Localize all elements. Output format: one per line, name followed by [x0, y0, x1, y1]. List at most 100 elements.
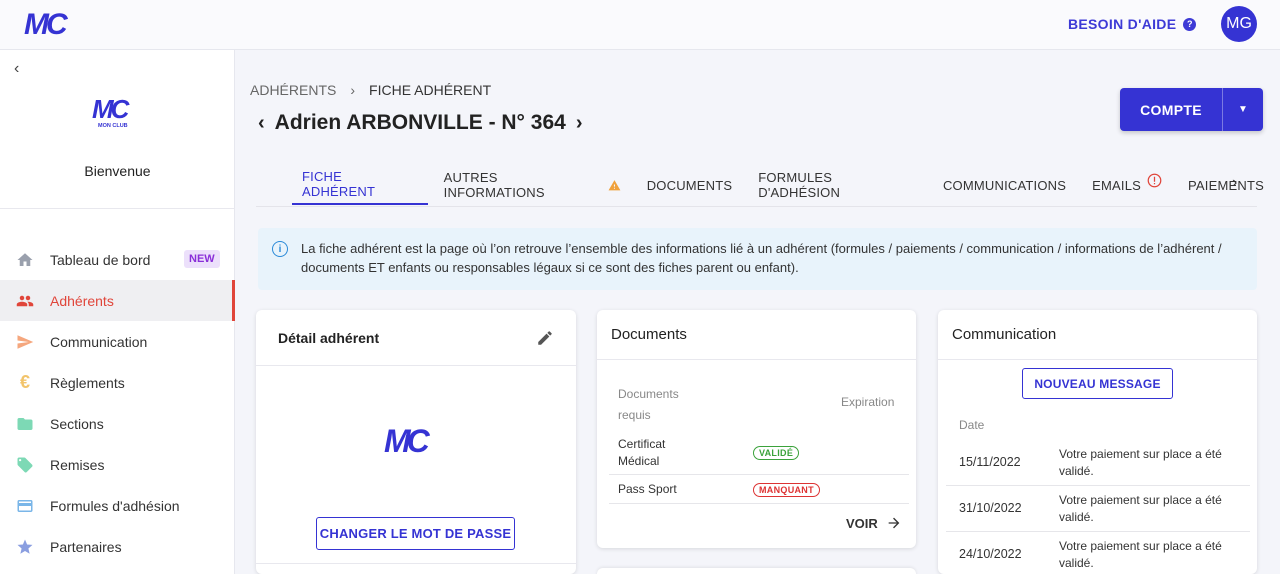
- tab-fiche-adherent[interactable]: FICHE ADHÉRENT: [292, 165, 428, 205]
- member-detail-card: Détail adhérent MC CHANGER LE MOT DE PAS…: [256, 310, 576, 574]
- message-date: 31/10/2022: [959, 501, 1022, 515]
- message-date: 24/10/2022: [959, 547, 1022, 561]
- sidebar-item-partenaires[interactable]: Partenaires: [0, 526, 235, 567]
- sidebar-item-label: Formules d'adhésion: [50, 497, 180, 514]
- voir-label: VOIR: [846, 515, 878, 531]
- sidebar-item-communication[interactable]: Communication: [0, 321, 235, 362]
- tab-label: PAIEMENTS: [1188, 177, 1264, 193]
- documents-card: Documents Documents requis Expiration Ce…: [597, 310, 916, 548]
- message-text: Votre paiement sur place a été validé.: [1059, 539, 1222, 570]
- tag-icon: [16, 456, 34, 474]
- tab-autres-informations[interactable]: AUTRES INFORMATIONS: [434, 165, 631, 205]
- card-header: Communication: [938, 310, 1257, 360]
- chevron-right-icon: ›: [350, 82, 356, 98]
- tab-bar: FICHE ADHÉRENT AUTRES INFORMATIONS DOCUM…: [292, 165, 1280, 207]
- message-text: Votre paiement sur place a été validé.: [1059, 493, 1222, 524]
- sidebar-item-label: Partenaires: [50, 538, 122, 555]
- next-card: [597, 568, 916, 574]
- sidebar-item-formules[interactable]: Formules d'adhésion: [0, 485, 235, 526]
- top-bar: MC BESOIN D'AIDE ? MG: [0, 0, 1280, 50]
- warning-icon: [608, 180, 621, 191]
- tab-label: FICHE ADHÉRENT: [302, 169, 376, 199]
- sidebar-item-reglements[interactable]: € Règlements: [0, 362, 235, 403]
- list-item[interactable]: 31/10/2022 Votre paiement sur place a ét…: [946, 486, 1250, 532]
- sidebar-item-sections[interactable]: Sections: [0, 403, 235, 444]
- change-password-button[interactable]: CHANGER LE MOT DE PASSE: [316, 517, 515, 550]
- breadcrumb: ADHÉRENTS › FICHE ADHÉRENT: [250, 82, 491, 98]
- card-header: Détail adhérent: [256, 310, 576, 366]
- communication-card: Communication NOUVEAU MESSAGE Date 15/11…: [938, 310, 1257, 574]
- next-member-icon[interactable]: ›: [576, 112, 583, 135]
- status-badge: MANQUANT: [753, 483, 820, 497]
- card-icon: [16, 497, 34, 515]
- home-icon: [16, 251, 34, 269]
- help-icon: ?: [1183, 17, 1197, 31]
- svg-text:MC: MC: [92, 94, 131, 124]
- caret-down-icon[interactable]: ▼: [1223, 88, 1263, 131]
- card-header: Documents: [597, 310, 916, 360]
- table-row: Certificat Médical VALIDÉ: [609, 434, 909, 475]
- svg-text:MON CLUB: MON CLUB: [98, 123, 128, 129]
- tab-label: EMAILS: [1092, 177, 1142, 193]
- message-date: 15/11/2022: [959, 455, 1021, 469]
- sidebar-item-label: Règlements: [50, 374, 125, 391]
- collapse-sidebar-icon[interactable]: ‹: [14, 60, 19, 78]
- column-header-required: Documents requis: [618, 387, 679, 422]
- tab-label: COMMUNICATIONS: [942, 177, 1067, 193]
- column-header-expiration: Expiration: [841, 395, 895, 409]
- table-row: Pass Sport MANQUANT: [609, 475, 909, 504]
- document-name: Pass Sport: [618, 482, 677, 496]
- sidebar-item-label: Remises: [50, 456, 105, 473]
- new-badge: NEW: [184, 250, 220, 268]
- compte-split-button: COMPTE ▼: [1120, 88, 1263, 131]
- list-item[interactable]: 24/10/2022 Votre paiement sur place a ét…: [946, 532, 1250, 574]
- tab-label: FORMULES D'ADHÉSION: [758, 170, 841, 200]
- card-title: Communication: [952, 326, 1057, 343]
- info-banner: i La fiche adhérent est la page où l’on …: [258, 228, 1257, 290]
- info-text-line-2: documents ET enfants ou responsables lég…: [301, 260, 799, 275]
- help-label: BESOIN D'AIDE: [1068, 16, 1177, 32]
- sidebar-nav: Tableau de bord NEW Adhérents Communicat…: [0, 239, 235, 567]
- tab-emails[interactable]: EMAILS: [1082, 165, 1172, 205]
- euro-icon: €: [19, 372, 30, 392]
- member-name: Adrien ARBONVILLE - N° 364: [274, 111, 566, 134]
- club-logo: MC MON CLUB: [92, 94, 134, 129]
- tab-formules[interactable]: FORMULES D'ADHÉSION: [748, 165, 927, 205]
- tab-paiements[interactable]: PAIEMENTS: [1178, 165, 1274, 205]
- voir-link[interactable]: VOIR: [846, 515, 902, 531]
- sidebar-item-label: Adhérents: [50, 292, 114, 309]
- sidebar-item-adherents[interactable]: Adhérents: [0, 280, 235, 321]
- compte-button[interactable]: COMPTE: [1120, 88, 1223, 131]
- breadcrumb-parent[interactable]: ADHÉRENTS: [250, 82, 336, 98]
- folder-icon: [16, 415, 34, 433]
- pencil-icon[interactable]: [536, 329, 554, 347]
- list-item[interactable]: 15/11/2022 Votre paiement sur place a ét…: [946, 440, 1250, 486]
- divider: [0, 208, 235, 209]
- page-title: ‹ Adrien ARBONVILLE - N° 364 ›: [258, 111, 583, 135]
- app-logo[interactable]: MC: [22, 8, 86, 38]
- info-text-line-1: La fiche adhérent est la page où l’on re…: [301, 241, 1222, 256]
- info-icon: i: [272, 241, 288, 257]
- previous-member-icon[interactable]: ‹: [258, 112, 265, 135]
- svg-text:MC: MC: [24, 8, 69, 38]
- avatar[interactable]: MG: [1221, 6, 1257, 42]
- tabs-scroll-right-icon[interactable]: ›: [1232, 174, 1237, 192]
- card-title: Détail adhérent: [278, 329, 380, 346]
- document-name: Certificat Médical: [618, 437, 666, 468]
- help-link[interactable]: BESOIN D'AIDE ?: [1068, 16, 1197, 32]
- sidebar-item-label: Communication: [50, 333, 148, 350]
- breadcrumb-current: FICHE ADHÉRENT: [369, 82, 492, 98]
- divider: [256, 563, 576, 564]
- new-message-button[interactable]: NOUVEAU MESSAGE: [1022, 368, 1173, 399]
- arrow-right-icon: [888, 517, 900, 529]
- star-icon: [16, 538, 34, 556]
- column-header-date: Date: [959, 418, 985, 432]
- sidebar-item-remises[interactable]: Remises: [0, 444, 235, 485]
- member-avatar-logo: MC: [384, 423, 435, 459]
- tab-communications[interactable]: COMMUNICATIONS: [933, 165, 1076, 205]
- alert-icon: [1147, 173, 1162, 187]
- sidebar-item-tableau-de-bord[interactable]: Tableau de bord NEW: [0, 239, 235, 280]
- tab-documents[interactable]: DOCUMENTS: [637, 165, 743, 205]
- sidebar-item-label: Tableau de bord: [50, 251, 151, 268]
- card-title: Documents: [611, 326, 687, 343]
